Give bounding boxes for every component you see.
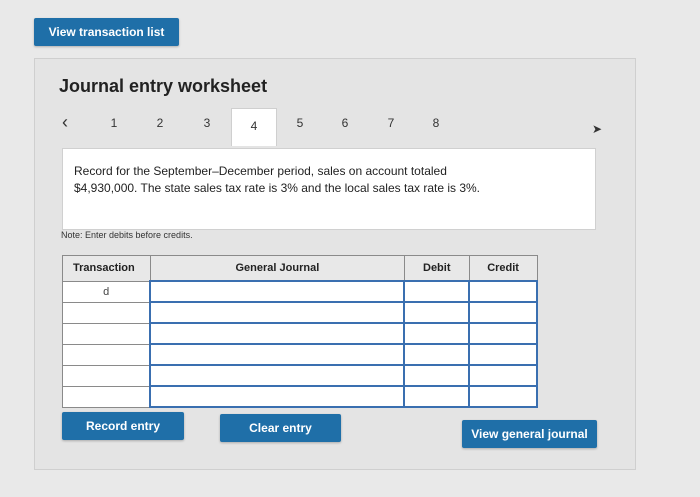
table-row [62, 385, 538, 408]
chevron-left-icon[interactable]: ‹ [62, 112, 68, 133]
prompt-line-1: Record for the September–December period… [74, 164, 447, 178]
account-input[interactable] [149, 364, 406, 387]
credit-input[interactable] [468, 322, 538, 345]
view-general-journal-button[interactable]: View general journal [462, 420, 597, 448]
prompt-line-2: $4,930,000. The state sales tax rate is … [74, 181, 481, 195]
header-debit: Debit [403, 255, 470, 282]
credit-input[interactable] [468, 364, 538, 387]
credit-input[interactable] [468, 343, 538, 366]
tab-8[interactable]: 8 [426, 116, 446, 130]
credit-input[interactable] [468, 280, 538, 303]
table-row [62, 343, 538, 366]
header-credit: Credit [468, 255, 538, 282]
debit-input[interactable] [403, 280, 471, 303]
worksheet-title: Journal entry worksheet [59, 76, 268, 96]
table-row [62, 364, 538, 387]
header-general-journal: General Journal [149, 255, 405, 282]
clear-entry-button[interactable]: Clear entry [220, 414, 341, 442]
transaction-cell [62, 364, 151, 387]
table-row [62, 301, 538, 324]
account-input[interactable] [149, 343, 406, 366]
table-row [62, 322, 538, 345]
journal-header-row: Transaction General Journal Debit Credit [62, 255, 538, 282]
record-entry-button[interactable]: Record entry [62, 412, 184, 440]
debit-input[interactable] [403, 385, 471, 408]
account-input[interactable] [149, 280, 406, 303]
debit-input[interactable] [403, 343, 471, 366]
tab-7[interactable]: 7 [381, 116, 401, 130]
tab-1[interactable]: 1 [104, 116, 124, 130]
debit-input[interactable] [403, 322, 471, 345]
entry-note: Note: Enter debits before credits. [61, 230, 193, 240]
transaction-cell [62, 322, 151, 345]
credit-input[interactable] [468, 385, 538, 408]
account-input[interactable] [149, 322, 406, 345]
tab-5[interactable]: 5 [290, 116, 310, 130]
view-transaction-list-button[interactable]: View transaction list [34, 18, 179, 46]
cursor-icon: ➤ [592, 122, 603, 136]
header-transaction: Transaction [62, 255, 151, 282]
table-row: d [62, 280, 538, 303]
transaction-cell [62, 301, 151, 324]
debit-input[interactable] [403, 301, 471, 324]
tab-3[interactable]: 3 [197, 116, 217, 130]
tab-4[interactable]: 4 [231, 108, 277, 146]
transaction-cell: d [62, 280, 151, 303]
transaction-cell [62, 343, 151, 366]
credit-input[interactable] [468, 301, 538, 324]
tab-6[interactable]: 6 [335, 116, 355, 130]
account-input[interactable] [149, 301, 406, 324]
journal-table: Transaction General Journal Debit Credit… [62, 255, 538, 408]
transaction-prompt: Record for the September–December period… [62, 148, 596, 230]
account-input[interactable] [149, 385, 406, 408]
tab-2[interactable]: 2 [150, 116, 170, 130]
debit-input[interactable] [403, 364, 471, 387]
transaction-cell [62, 385, 151, 408]
worksheet-tabs: ‹ 1 2 3 4 5 6 7 8 [58, 108, 618, 148]
